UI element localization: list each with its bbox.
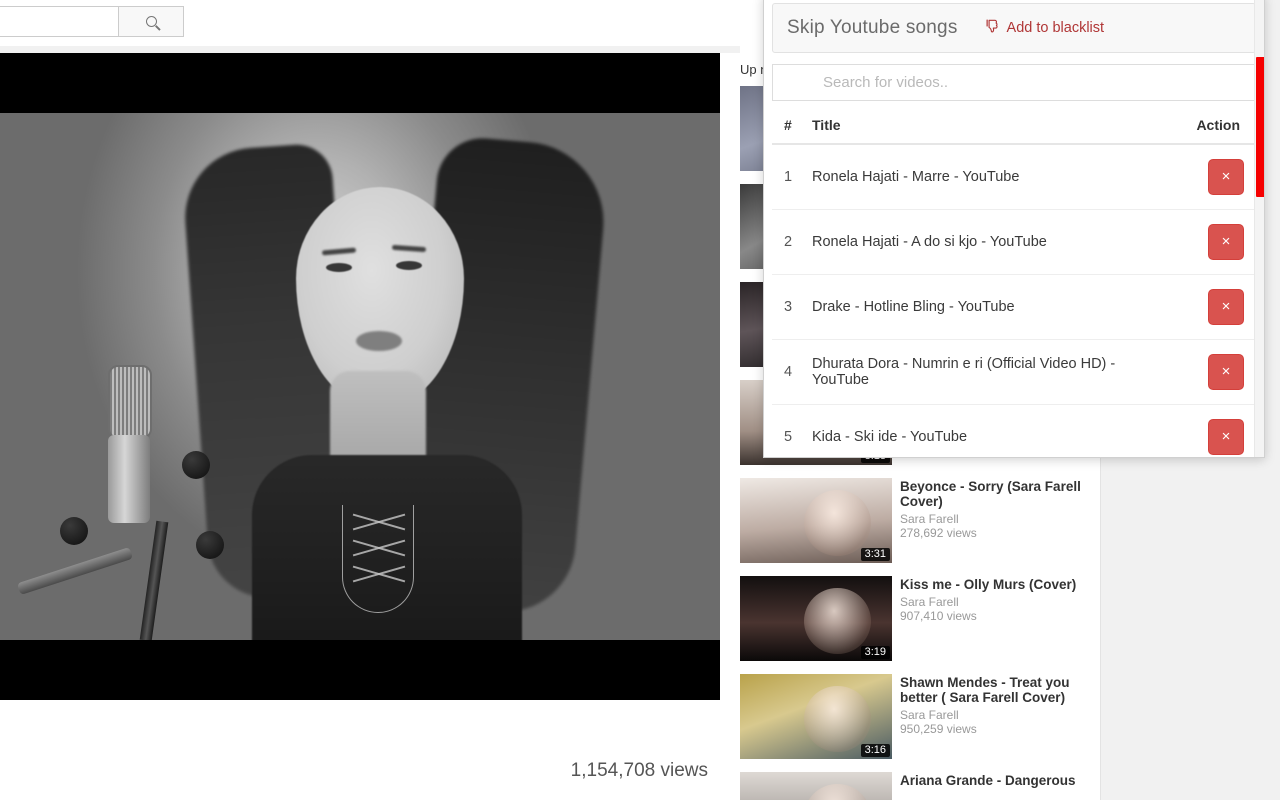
search-icon	[145, 16, 157, 27]
video-duration: 3:16	[860, 744, 890, 757]
list-item[interactable]: 3:31 Beyonce - Sorry (Sara Farell Cover)…	[740, 478, 1100, 563]
row-action-cell: ×	[1176, 274, 1256, 340]
video-frame	[0, 113, 720, 640]
thumbnail-subject	[803, 783, 871, 800]
row-number: 5	[772, 404, 806, 457]
table-row: 5 Kida - Ski ide - YouTube ×	[772, 404, 1256, 457]
row-number: 1	[772, 144, 806, 210]
row-number: 4	[772, 339, 806, 405]
column-header-number: #	[772, 111, 806, 145]
youtube-search-input[interactable]	[0, 6, 118, 37]
delete-button[interactable]: ×	[1208, 354, 1244, 390]
youtube-topbar	[0, 0, 740, 46]
songs-table-body: 1 Ronela Hajati - Marre - YouTube × 2 Ro…	[772, 144, 1256, 457]
video-meta: Ariana Grande - Dangerous	[892, 772, 1092, 800]
video-duration: 3:19	[860, 646, 890, 659]
youtube-search-group	[0, 6, 184, 37]
delete-button[interactable]: ×	[1208, 224, 1244, 260]
table-row: 1 Ronela Hajati - Marre - YouTube ×	[772, 144, 1256, 210]
row-action-cell: ×	[1176, 339, 1256, 405]
video-title[interactable]: Kiss me - Olly Murs (Cover)	[900, 577, 1092, 592]
delete-button[interactable]: ×	[1208, 419, 1244, 455]
table-row: 2 Ronela Hajati - A do si kjo - YouTube …	[772, 209, 1256, 275]
search-input[interactable]	[821, 73, 1255, 92]
grayscale-overlay	[0, 113, 720, 640]
thumbnail-subject	[803, 685, 871, 753]
row-action-cell: ×	[1176, 209, 1256, 275]
video-views: 907,410 views	[900, 609, 977, 623]
video-channel[interactable]: Sara Farell	[900, 512, 1092, 526]
add-to-blacklist-button[interactable]: Add to blacklist	[986, 19, 1105, 38]
video-channel[interactable]: Sara Farell	[900, 595, 1092, 609]
row-title: Ronela Hajati - Marre - YouTube	[806, 144, 1176, 210]
row-title: Kida - Ski ide - YouTube	[806, 404, 1176, 457]
table-row: 3 Drake - Hotline Bling - YouTube ×	[772, 274, 1256, 340]
panel-scrollbar[interactable]	[1254, 0, 1264, 457]
video-info-area	[0, 700, 740, 800]
row-action-cell: ×	[1176, 144, 1256, 210]
row-title: Drake - Hotline Bling - YouTube	[806, 274, 1176, 340]
thumbnail-subject	[803, 587, 871, 655]
list-item[interactable]: 3:16 Shawn Mendes - Treat you better ( S…	[740, 674, 1100, 759]
delete-button[interactable]: ×	[1208, 159, 1244, 195]
video-thumbnail[interactable]	[740, 772, 892, 800]
screen-root: 1,154,708 views Up n 3:31 Beyonce - Sorr…	[0, 0, 1280, 800]
songs-table: # Title Action 1 Ronela Hajati - Marre -…	[772, 111, 1256, 457]
column-header-title: Title	[806, 111, 1176, 145]
video-meta: Shawn Mendes - Treat you better ( Sara F…	[892, 674, 1092, 759]
list-item[interactable]: 3:19 Kiss me - Olly Murs (Cover) Sara Fa…	[740, 576, 1100, 661]
video-thumbnail[interactable]: 3:19	[740, 576, 892, 661]
topbar-divider	[0, 46, 740, 53]
video-title[interactable]: Shawn Mendes - Treat you better ( Sara F…	[900, 675, 1092, 705]
skip-youtube-songs-panel: Skip Youtube songs Add to blacklist #	[763, 0, 1265, 458]
thumbnail-subject	[803, 489, 871, 557]
video-duration: 3:31	[860, 548, 890, 561]
video-title[interactable]: Beyonce - Sorry (Sara Farell Cover)	[900, 479, 1092, 509]
row-number: 3	[772, 274, 806, 340]
video-thumbnail[interactable]: 3:16	[740, 674, 892, 759]
table-row: 4 Dhurata Dora - Numrin e ri (Official V…	[772, 339, 1256, 405]
youtube-search-button[interactable]	[118, 6, 184, 37]
panel-header: Skip Youtube songs Add to blacklist	[772, 3, 1256, 53]
page-title: Skip Youtube songs	[787, 17, 958, 38]
row-action-cell: ×	[1176, 404, 1256, 457]
video-view-count: 1,154,708 views	[570, 760, 708, 781]
row-number: 2	[772, 209, 806, 275]
video-player[interactable]	[0, 53, 720, 700]
video-views: 950,259 views	[900, 722, 977, 736]
video-meta: Kiss me - Olly Murs (Cover) Sara Farell …	[892, 576, 1092, 661]
thumbs-down-icon	[986, 19, 1001, 38]
video-title[interactable]: Ariana Grande - Dangerous	[900, 773, 1092, 788]
songs-table-container: # Title Action 1 Ronela Hajati - Marre -…	[772, 111, 1256, 457]
row-title: Ronela Hajati - A do si kjo - YouTube	[806, 209, 1176, 275]
panel-scrollbar-thumb[interactable]	[1256, 57, 1264, 197]
video-meta: Beyonce - Sorry (Sara Farell Cover) Sara…	[892, 478, 1092, 563]
delete-button[interactable]: ×	[1208, 289, 1244, 325]
column-header-action: Action	[1176, 111, 1256, 145]
panel-search-field[interactable]	[772, 64, 1256, 101]
video-thumbnail[interactable]: 3:31	[740, 478, 892, 563]
add-to-blacklist-label: Add to blacklist	[1006, 20, 1105, 36]
video-channel[interactable]: Sara Farell	[900, 708, 1092, 722]
list-item[interactable]: Ariana Grande - Dangerous	[740, 772, 1100, 800]
row-title: Dhurata Dora - Numrin e ri (Official Vid…	[806, 339, 1176, 405]
video-views: 278,692 views	[900, 526, 977, 540]
table-header-row: # Title Action	[772, 111, 1256, 145]
songs-table-head: # Title Action	[772, 111, 1256, 145]
